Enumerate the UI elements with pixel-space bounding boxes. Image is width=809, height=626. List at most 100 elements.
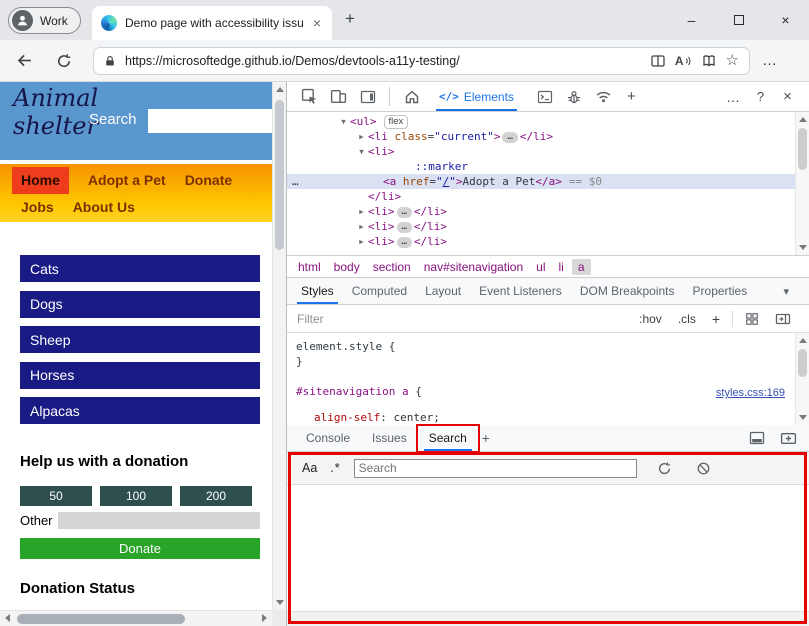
page-vertical-scrollbar[interactable] (272, 82, 286, 610)
scroll-down-icon[interactable] (799, 245, 807, 250)
back-icon[interactable] (16, 52, 33, 69)
amount-button-200[interactable]: 200 (180, 486, 252, 506)
add-drawer-tab-icon[interactable]: + (482, 430, 490, 446)
minimize-button[interactable]: – (668, 0, 715, 40)
computed-sidebar-toggle-icon[interactable] (775, 311, 791, 327)
category-button-cats[interactable]: Cats (20, 255, 260, 282)
collapse-arrow-icon[interactable]: ▶ (355, 219, 368, 234)
collapse-arrow-icon[interactable]: ▶ (355, 234, 368, 249)
scroll-down-icon[interactable] (276, 600, 284, 605)
match-case-toggle[interactable]: Aa (302, 461, 317, 475)
donate-button[interactable]: Donate (20, 538, 260, 559)
category-button-horses[interactable]: Horses (20, 362, 260, 389)
breadcrumb-html[interactable]: html (298, 260, 321, 274)
vertical-scroll-thumb[interactable] (275, 100, 284, 250)
styles-scrollbar[interactable] (795, 333, 809, 425)
debugger-bug-icon[interactable] (560, 89, 589, 105)
breadcrumb-nav[interactable]: nav#sitenavigation (424, 260, 523, 274)
regex-toggle[interactable]: .* (330, 461, 340, 475)
breadcrumb-a-selected[interactable]: a (572, 259, 591, 275)
browser-essentials-icon[interactable] (701, 53, 717, 69)
nav-link-about[interactable]: About Us (73, 194, 135, 221)
expand-ellipsis-icon[interactable]: … (397, 207, 412, 218)
refresh-icon[interactable] (56, 53, 72, 69)
expand-ellipsis-icon[interactable]: … (502, 132, 517, 143)
dom-node-ul[interactable]: ▼<ul>flex (287, 114, 809, 129)
profile-button[interactable]: Work (8, 7, 81, 34)
devtools-help-icon[interactable]: ? (747, 89, 774, 104)
element-style-rule[interactable]: element.style { (296, 339, 809, 354)
page-horizontal-scrollbar[interactable] (0, 610, 272, 626)
amount-button-50[interactable]: 50 (20, 486, 92, 506)
expand-ellipsis-icon[interactable]: … (397, 222, 412, 233)
styles-scroll-thumb[interactable] (798, 349, 807, 377)
nav-link-adopt[interactable]: Adopt a Pet (88, 167, 166, 194)
flex-badge[interactable]: flex (384, 115, 409, 129)
expand-arrow-icon[interactable]: ▼ (337, 114, 350, 129)
scroll-right-icon[interactable] (262, 614, 267, 622)
dom-scroll-thumb[interactable] (798, 128, 807, 170)
favorites-star-icon[interactable]: ☆ (726, 53, 739, 68)
amount-button-100[interactable]: 100 (100, 486, 172, 506)
read-aloud-icon[interactable]: A (675, 54, 692, 68)
breadcrumb-ul[interactable]: ul (536, 260, 545, 274)
devtools-search-input[interactable] (354, 459, 637, 478)
other-amount-input[interactable] (58, 512, 260, 529)
dom-node-li-open[interactable]: ▼<li> (287, 144, 809, 159)
grid-settings-icon[interactable] (745, 312, 759, 326)
browser-tab[interactable]: Demo page with accessibility issu × (92, 6, 332, 40)
device-emulation-icon[interactable] (324, 88, 353, 105)
breadcrumb-section[interactable]: section (373, 260, 411, 274)
site-search-input[interactable] (148, 109, 272, 133)
search-refresh-icon[interactable] (657, 461, 672, 476)
tab-event-listeners[interactable]: Event Listeners (470, 278, 571, 304)
dom-node-li-collapsed[interactable]: ▶<li>…</li> (287, 204, 809, 219)
breadcrumb-body[interactable]: body (334, 260, 360, 274)
expand-arrow-icon[interactable]: ▼ (355, 144, 368, 159)
scroll-up-icon[interactable] (799, 117, 807, 122)
more-tabs-plus-icon[interactable]: + (618, 88, 645, 105)
category-button-sheep[interactable]: Sheep (20, 326, 260, 353)
new-tab-button[interactable]: + (345, 9, 355, 29)
tab-dom-breakpoints[interactable]: DOM Breakpoints (571, 278, 684, 304)
scroll-up-icon[interactable] (799, 338, 807, 343)
inspect-icon[interactable] (295, 88, 324, 105)
dom-node-li-collapsed[interactable]: ▶<li>…</li> (287, 219, 809, 234)
dom-scrollbar[interactable] (795, 112, 809, 255)
collapse-arrow-icon[interactable]: ▶ (355, 204, 368, 219)
dom-node-li-current[interactable]: ▶<li class="current">…</li> (287, 129, 809, 144)
tab-close-icon[interactable]: × (311, 15, 323, 31)
tab-console[interactable]: Console (295, 425, 361, 451)
tab-properties[interactable]: Properties (684, 278, 757, 304)
new-style-rule-icon[interactable]: + (712, 311, 720, 327)
maximize-button[interactable] (715, 0, 762, 40)
tab-styles[interactable]: Styles (292, 278, 343, 304)
close-window-button[interactable]: × (762, 0, 809, 40)
welcome-home-icon[interactable] (397, 89, 426, 105)
devtools-more-icon[interactable]: … (720, 89, 747, 105)
category-button-alpacas[interactable]: Alpacas (20, 397, 260, 424)
url-text[interactable]: https://microsoftedge.github.io/Demos/de… (125, 54, 641, 68)
dom-node-li-collapsed[interactable]: ▶<li>…</li> (287, 234, 809, 249)
expand-ellipsis-icon[interactable]: … (397, 237, 412, 248)
console-panel-icon[interactable] (531, 89, 560, 105)
devtools-close-icon[interactable]: × (774, 88, 801, 105)
scroll-down-icon[interactable] (799, 415, 807, 420)
search-results-area[interactable] (287, 485, 809, 611)
horizontal-scroll-thumb[interactable] (17, 614, 185, 624)
dock-drawer-icon[interactable] (749, 430, 765, 446)
tab-elements[interactable]: </> Elements (430, 82, 523, 111)
clear-results-icon[interactable] (696, 461, 711, 476)
address-bar[interactable]: https://microsoftedge.github.io/Demos/de… (93, 47, 750, 75)
node-menu-icon[interactable]: … (292, 174, 300, 189)
tab-layout[interactable]: Layout (416, 278, 470, 304)
split-screen-icon[interactable] (650, 53, 666, 69)
nav-link-donate[interactable]: Donate (185, 167, 232, 194)
tab-computed[interactable]: Computed (343, 278, 416, 304)
settings-more-icon[interactable]: … (762, 52, 778, 69)
nav-link-jobs[interactable]: Jobs (21, 194, 54, 221)
chevron-down-icon[interactable]: ▾ (783, 285, 789, 298)
expand-drawer-icon[interactable] (780, 430, 797, 447)
scroll-up-icon[interactable] (276, 87, 284, 92)
collapse-arrow-icon[interactable]: ▶ (355, 129, 368, 144)
